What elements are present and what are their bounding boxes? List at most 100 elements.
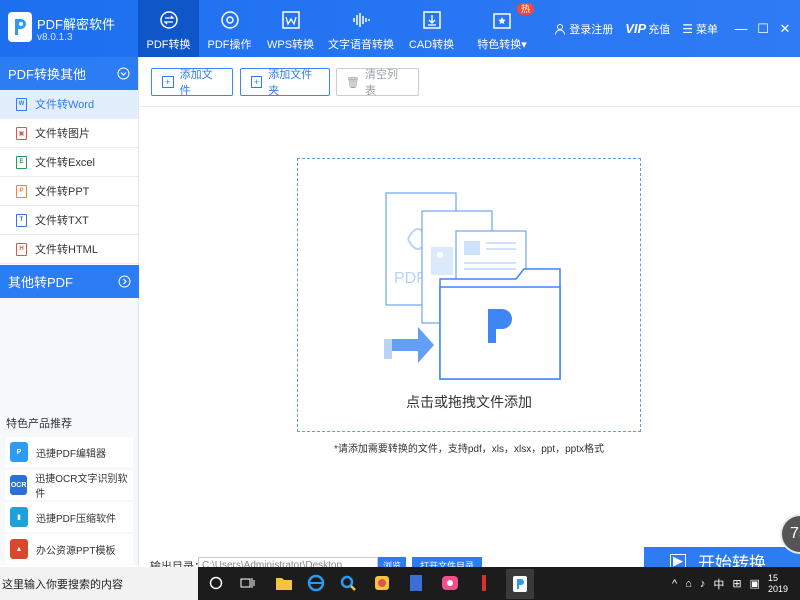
menu-button[interactable]: ☰ 菜单 [682, 21, 718, 37]
recharge-label: 充值 [648, 23, 671, 36]
section-label: 其他转PDF [8, 275, 74, 290]
tab-pdf-operate[interactable]: PDF操作 [199, 0, 260, 57]
media-app-icon[interactable] [370, 571, 394, 595]
add-folder-icon: + [251, 76, 263, 88]
file-explorer-icon[interactable] [272, 571, 296, 595]
pdf-app-taskbar-icon[interactable] [506, 569, 534, 599]
vip-label: VIP [625, 21, 647, 36]
file-drop-zone[interactable]: PDF 点击或拖拽文件添加 [297, 158, 641, 432]
recommend-item[interactable]: OCR 迅捷OCR文字识别软件 [5, 470, 133, 500]
network-icon[interactable]: ⌂ [685, 578, 692, 590]
task-view-icon[interactable] [236, 571, 260, 595]
clear-list-button[interactable]: 🗑 清空列表 [336, 68, 419, 97]
recommend-item[interactable]: P 迅捷PDF编辑器 [5, 437, 133, 467]
maximize-button[interactable]: ☐ [752, 18, 774, 40]
file-type-icon: P [16, 184, 27, 198]
recommend-item[interactable]: ▲ 办公资源PPT模板 [5, 534, 133, 564]
add-folder-button[interactable]: + 添加文件夹 [240, 68, 330, 97]
tab-special-convert[interactable]: 热 特色转换▾ [462, 0, 542, 57]
login-button[interactable]: 登录注册 [554, 21, 613, 37]
windows-taskbar: 这里输入你要搜索的内容 ^ ⌂ ♪ 中 ⊞ ▣ 15 2019 [0, 567, 800, 600]
ie-browser-icon[interactable] [304, 571, 328, 595]
tab-label: CAD转换 [408, 39, 455, 51]
play-icon: ▶ [670, 553, 686, 568]
sidebar-item[interactable]: E 文件转Excel [0, 148, 138, 177]
taskbar-search-box[interactable]: 这里输入你要搜索的内容 [0, 567, 198, 600]
product-icon: OCR [10, 475, 28, 495]
sidebar-section-other-to-pdf[interactable]: 其他转PDF [0, 265, 139, 298]
input-language[interactable]: 中 [713, 576, 724, 592]
add-file-button[interactable]: + 添加文件 [151, 68, 233, 97]
close-button[interactable]: ✕ [774, 18, 796, 40]
drop-zone-text: 点击或拖拽文件添加 [406, 394, 532, 410]
recommend-label: 迅捷PDF压缩软件 [36, 513, 116, 525]
doc-app-icon[interactable] [404, 571, 428, 595]
add-folder-label: 添加文件夹 [268, 69, 313, 97]
notification-icon[interactable]: ▣ [750, 577, 760, 590]
convert-icon [159, 10, 179, 30]
sidebar-item[interactable]: T 文件转TXT [0, 206, 138, 235]
volume-icon[interactable]: ♪ [700, 578, 706, 590]
file-type-icon: H [16, 242, 27, 256]
tab-wps-convert[interactable]: WPS转换 [260, 0, 321, 57]
sidebar-item[interactable]: W 文件转Word [0, 90, 138, 119]
sidebar-item[interactable]: ▣ 文件转图片 [0, 119, 138, 148]
login-label: 登录注册 [569, 23, 614, 36]
special-icon [492, 10, 512, 30]
clock[interactable]: 15 2019 [768, 573, 788, 595]
minimize-button[interactable]: — [730, 18, 752, 40]
title-bar: PDF解密软件 v8.0.1.3 PDF转换 PDF操作 WPS转换 文字语音转… [0, 0, 800, 57]
user-icon [555, 23, 566, 35]
tab-label: 文字语音转换 [328, 39, 394, 51]
sidebar-item[interactable]: P 文件转PPT [0, 177, 138, 206]
system-tray: ^ ⌂ ♪ 中 ⊞ ▣ 15 2019 [672, 567, 788, 600]
file-type-icon: ▣ [16, 126, 27, 140]
menu-icon: ☰ [682, 21, 693, 36]
search-app-icon[interactable] [336, 571, 360, 595]
ime-icon[interactable]: ⊞ [732, 577, 741, 590]
menu-label: 菜单 [696, 23, 718, 36]
app-version: v8.0.1.3 [37, 32, 73, 43]
recommend-item[interactable]: ▮ 迅捷PDF压缩软件 [5, 502, 133, 532]
sidebar-section-pdf-to-other[interactable]: PDF转换其他 [0, 57, 138, 90]
tab-label: PDF操作 [207, 39, 252, 51]
red-app-icon[interactable] [472, 571, 496, 595]
chevron-right-icon [118, 275, 131, 288]
add-file-icon: + [162, 76, 174, 88]
chevron-down-icon [117, 67, 130, 80]
product-icon: ▮ [10, 507, 28, 527]
tab-label: PDF转换 [146, 39, 191, 51]
recommend-label: 迅捷OCR文字识别软件 [35, 474, 128, 500]
file-type-icon: T [16, 213, 27, 227]
tab-label: WPS转换 [266, 39, 315, 51]
output-bar: 输出目录： 浏览 打开文件目录 ▶ 开始转换 [140, 540, 800, 575]
sidebar: PDF转换其他 W 文件转Word ▣ 文件转图片 E 文件转Excel P 文件转PPT T 文… [0, 57, 139, 565]
wps-icon [281, 10, 301, 30]
header-actions: 登录注册 VIP 充值 ☰ 菜单 — ☐ ✕ [554, 0, 800, 57]
section-label: PDF转换其他 [8, 67, 87, 82]
app-logo-icon [8, 12, 32, 42]
cortana-icon[interactable] [204, 571, 228, 595]
video-app-icon[interactable] [438, 571, 462, 595]
clock-time: 15 [767, 572, 778, 583]
product-icon: ▲ [10, 539, 28, 559]
pdf-watermark: PDF [394, 270, 426, 287]
toolbar: + 添加文件 + 添加文件夹 🗑 清空列表 [140, 57, 800, 107]
recommend-title: 特色产品推荐 [6, 418, 72, 430]
vip-recharge-button[interactable]: VIP 充值 [625, 21, 670, 37]
tab-pdf-convert[interactable]: PDF转换 [138, 0, 199, 57]
sidebar-item-label: 文件转TXT [35, 215, 89, 227]
tab-label: 特色转换▾ [477, 39, 527, 51]
sidebar-item-label: 文件转Word [35, 99, 95, 111]
sidebar-item-label: 文件转图片 [35, 128, 90, 140]
recommend-label: 迅捷PDF编辑器 [36, 448, 106, 460]
tray-expand-icon[interactable]: ^ [672, 578, 677, 590]
trash-icon: 🗑 [346, 76, 360, 89]
tab-cad-convert[interactable]: CAD转换 [401, 0, 462, 57]
gear-icon [220, 10, 240, 30]
sidebar-item[interactable]: H 文件转HTML [0, 235, 138, 264]
hot-badge: 热 [516, 3, 534, 15]
app-name: PDF解密软件 [37, 17, 116, 32]
tab-text-voice-convert[interactable]: 文字语音转换 [321, 0, 401, 57]
clear-list-label: 清空列表 [365, 69, 398, 97]
